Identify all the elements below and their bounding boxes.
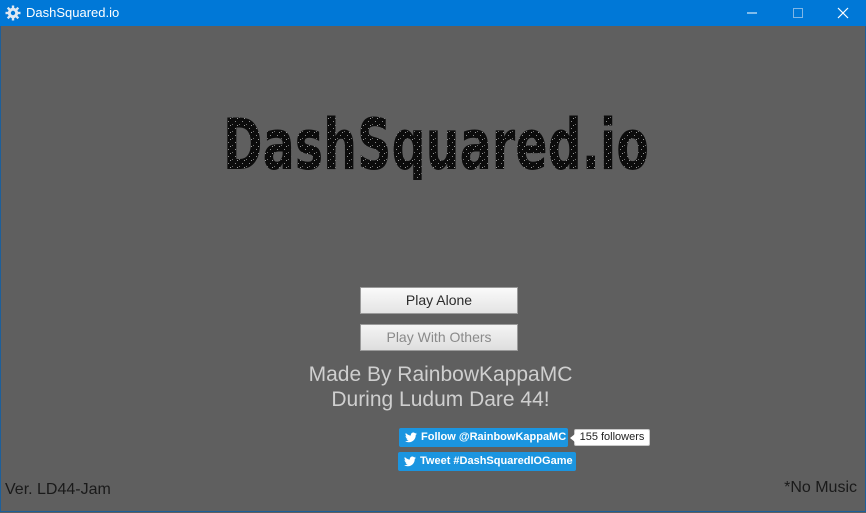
follower-count[interactable]: 155 followers xyxy=(570,429,650,446)
twitter-bird-icon xyxy=(404,456,416,467)
minimize-icon xyxy=(747,12,757,14)
credit-event: During Ludum Dare 44! xyxy=(331,388,550,411)
close-icon xyxy=(837,7,849,19)
twitter-tweet-button[interactable]: Tweet #DashSquaredIOGame xyxy=(398,452,576,471)
maximize-icon xyxy=(793,8,803,18)
play-with-others-button[interactable]: Play With Others xyxy=(360,324,518,351)
maximize-button[interactable] xyxy=(775,0,821,26)
close-button[interactable] xyxy=(820,0,866,26)
play-alone-button[interactable]: Play Alone xyxy=(360,287,518,314)
follow-label: Follow @RainbowKappaMC xyxy=(421,431,567,443)
minimize-button[interactable] xyxy=(729,0,775,26)
music-note: *No Music xyxy=(784,479,857,496)
window-titlebar[interactable]: DashSquared.io xyxy=(0,0,866,26)
credit-author: Made By RainbowKappaMC xyxy=(308,363,573,386)
twitter-follow-button[interactable]: Follow @RainbowKappaMC xyxy=(399,428,568,447)
game-logo: DashSquared.io xyxy=(220,105,652,180)
window-title: DashSquared.io xyxy=(26,5,120,20)
logo-text: DashSquared.io xyxy=(223,105,649,180)
version-label: Ver. LD44-Jam xyxy=(5,481,111,498)
gear-icon xyxy=(5,5,21,21)
tweet-label: Tweet #DashSquaredIOGame xyxy=(420,455,573,467)
twitter-bird-icon xyxy=(405,432,417,443)
